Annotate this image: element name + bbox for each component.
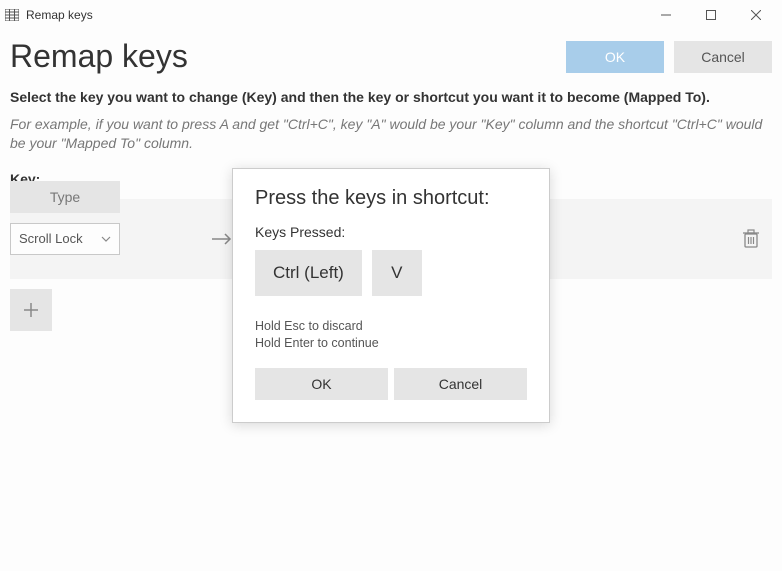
titlebar: Remap keys bbox=[0, 0, 782, 30]
key-chip: V bbox=[372, 250, 422, 296]
app-icon bbox=[4, 7, 20, 23]
chevron-down-icon bbox=[101, 236, 111, 242]
header: Remap keys OK Cancel bbox=[0, 30, 782, 89]
instructions-heading: Select the key you want to change (Key) … bbox=[10, 89, 772, 105]
close-button[interactable] bbox=[733, 0, 778, 30]
hint-enter: Hold Enter to continue bbox=[255, 335, 527, 352]
shortcut-capture-dialog: Press the keys in shortcut: Keys Pressed… bbox=[232, 168, 550, 423]
key-select-value: Scroll Lock bbox=[19, 231, 83, 246]
dialog-title: Press the keys in shortcut: bbox=[255, 187, 527, 210]
type-button[interactable]: Type bbox=[10, 181, 120, 213]
dialog-hints: Hold Esc to discard Hold Enter to contin… bbox=[255, 318, 527, 352]
maximize-button[interactable] bbox=[688, 0, 733, 30]
cancel-button[interactable]: Cancel bbox=[674, 41, 772, 73]
delete-row-button[interactable] bbox=[742, 229, 760, 249]
keys-pressed-label: Keys Pressed: bbox=[255, 224, 527, 240]
dialog-cancel-button[interactable]: Cancel bbox=[394, 368, 527, 400]
pressed-keys: Ctrl (Left) V bbox=[255, 250, 527, 296]
instructions-example: For example, if you want to press A and … bbox=[10, 115, 772, 153]
key-chip: Ctrl (Left) bbox=[255, 250, 362, 296]
window-title: Remap keys bbox=[26, 8, 93, 22]
add-row-button[interactable] bbox=[10, 289, 52, 331]
hint-esc: Hold Esc to discard bbox=[255, 318, 527, 335]
window-controls bbox=[643, 0, 778, 30]
page-title: Remap keys bbox=[10, 38, 188, 75]
arrow-right-icon bbox=[210, 231, 234, 247]
minimize-button[interactable] bbox=[643, 0, 688, 30]
key-select[interactable]: Scroll Lock bbox=[10, 223, 120, 255]
ok-button[interactable]: OK bbox=[566, 41, 664, 73]
dialog-ok-button[interactable]: OK bbox=[255, 368, 388, 400]
